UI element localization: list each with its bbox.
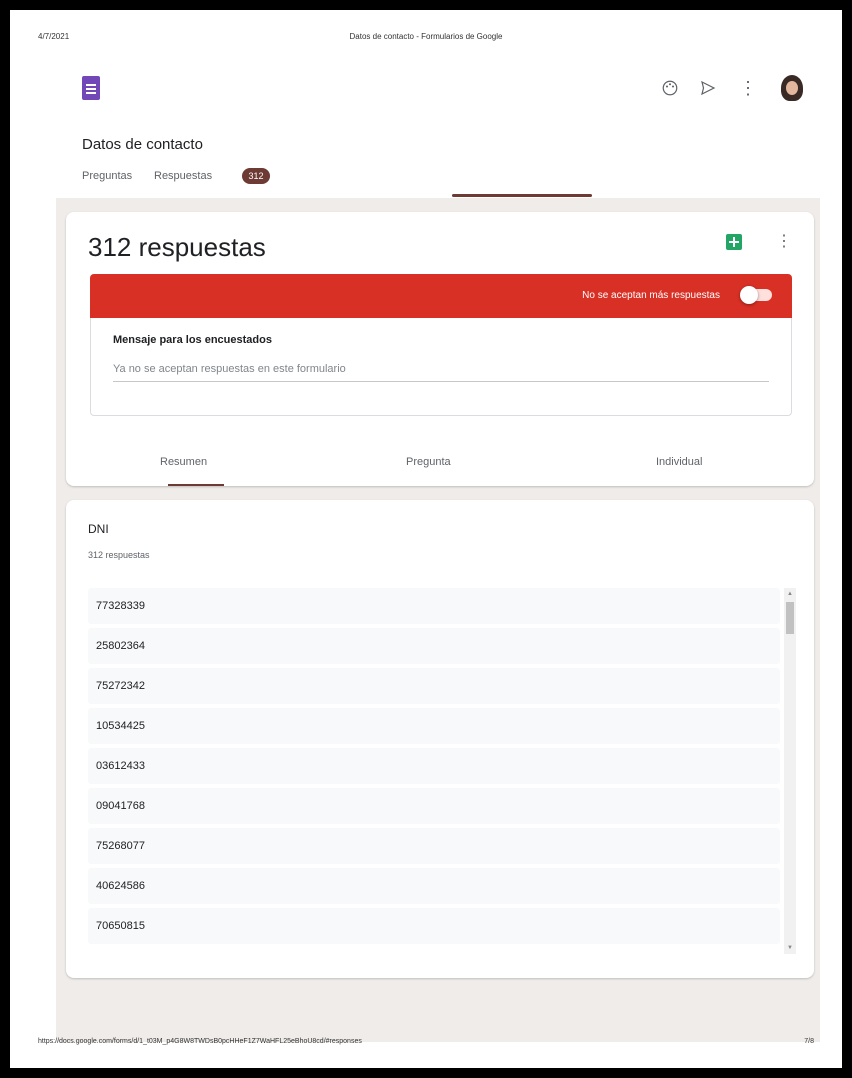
response-list[interactable]: 77328339 25802364 75272342 10534425 0361… — [88, 588, 780, 954]
scroll-thumb[interactable] — [786, 602, 794, 634]
forms-page: ⋮ Datos de contacto Preguntas Respuestas… — [56, 54, 820, 1042]
respondent-message-field[interactable]: Ya no se aceptan respuestas en este form… — [113, 358, 769, 382]
print-page: 4/7/2021 Datos de contacto - Formularios… — [10, 10, 842, 1068]
list-item: 75268077 — [88, 828, 780, 864]
active-subtab-underline — [168, 484, 224, 486]
list-scrollbar[interactable]: ▲ ▼ — [784, 588, 796, 954]
responses-summary-card: 312 respuestas ⋮ No se aceptan más respu… — [66, 212, 814, 486]
responses-badge: 312 — [242, 168, 270, 184]
user-avatar[interactable] — [778, 74, 806, 104]
list-item: 09041768 — [88, 788, 780, 824]
list-item: 40624586 — [88, 868, 780, 904]
tab-individual[interactable]: Individual — [656, 456, 702, 468]
responses-count: 312 respuestas — [88, 232, 266, 262]
respondent-message-title: Mensaje para los encuestados — [113, 334, 272, 346]
active-tab-underline — [452, 194, 592, 197]
list-item: 25802364 — [88, 628, 780, 664]
send-icon[interactable] — [694, 74, 722, 102]
respondent-message-box: Mensaje para los encuestados Ya no se ac… — [90, 318, 792, 416]
tab-questions[interactable]: Preguntas — [82, 170, 132, 182]
response-view-tabs: Resumen Pregunta Individual — [66, 438, 814, 486]
more-vert-icon[interactable]: ⋮ — [734, 74, 762, 102]
tab-question[interactable]: Pregunta — [406, 456, 451, 468]
scroll-up-icon[interactable]: ▲ — [786, 590, 794, 598]
print-footer: https://docs.google.com/forms/d/1_t03M_p… — [38, 1038, 814, 1050]
print-header: 4/7/2021 Datos de contacto - Formularios… — [38, 32, 814, 46]
scroll-down-icon[interactable]: ▼ — [786, 944, 794, 952]
print-page-number: 7/8 — [804, 1038, 814, 1045]
list-item: 77328339 — [88, 588, 780, 624]
tab-summary[interactable]: Resumen — [160, 456, 207, 468]
tab-responses[interactable]: Respuestas — [154, 170, 212, 182]
accepting-responses-banner: No se aceptan más respuestas — [90, 274, 792, 318]
question-card: DNI 312 respuestas 77328339 25802364 752… — [66, 500, 814, 978]
google-forms-logo-icon[interactable] — [82, 76, 100, 100]
question-response-count: 312 respuestas — [88, 550, 150, 560]
print-url: https://docs.google.com/forms/d/1_t03M_p… — [38, 1038, 362, 1045]
list-item: 03612433 — [88, 748, 780, 784]
list-item: 75272342 — [88, 668, 780, 704]
form-title: Datos de contacto — [82, 136, 203, 153]
list-item: 70650815 — [88, 908, 780, 944]
accepting-responses-toggle[interactable] — [740, 286, 772, 304]
palette-icon[interactable] — [656, 74, 684, 102]
toggle-knob — [740, 286, 758, 304]
print-doc-title: Datos de contacto - Formularios de Googl… — [349, 32, 503, 41]
question-title: DNI — [88, 522, 109, 536]
accepting-responses-label: No se aceptan más respuestas — [582, 290, 720, 301]
list-item: 10534425 — [88, 708, 780, 744]
avatar-face — [786, 81, 798, 95]
sheets-icon[interactable] — [726, 234, 742, 250]
more-vert-icon[interactable]: ⋮ — [774, 230, 794, 254]
top-bar: ⋮ Datos de contacto Preguntas Respuestas… — [56, 54, 820, 198]
